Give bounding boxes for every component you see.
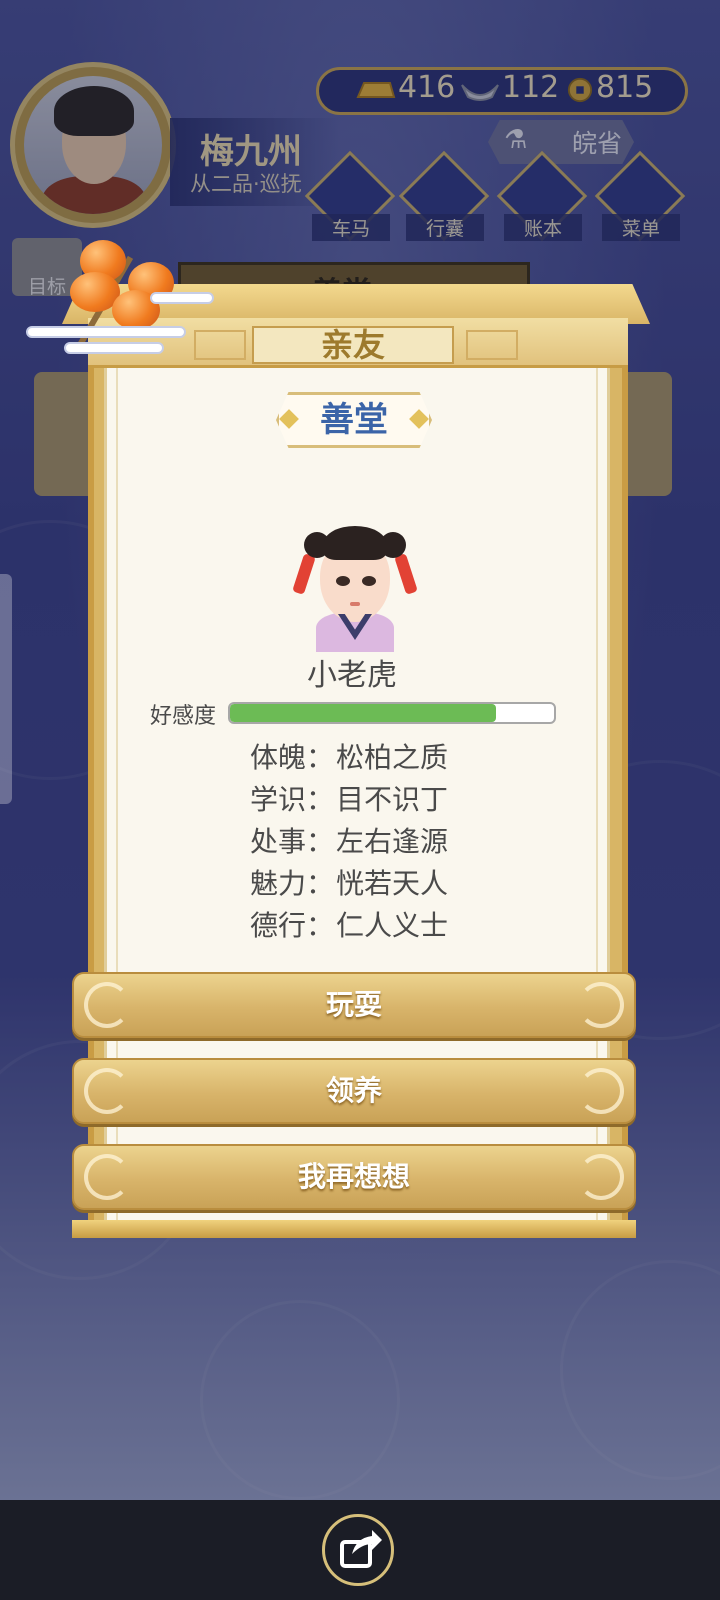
adopt-button-label: 领养: [325, 1074, 382, 1107]
scroll-bottom-rod: [72, 1220, 636, 1238]
cloud-decoration: [150, 292, 214, 304]
attribute-value: 松柏之质: [336, 741, 449, 774]
attribute-separator: ：: [306, 741, 335, 774]
child-portrait: [292, 520, 418, 652]
reconsider-button-label: 我再想想: [297, 1160, 410, 1193]
share-icon: [340, 1530, 382, 1568]
attribute-value: 目不识丁: [336, 783, 449, 816]
reconsider-button[interactable]: 我再想想: [72, 1144, 636, 1210]
child-name: 小老虎: [307, 658, 397, 693]
attribute-row: 魅力：恍若天人: [250, 862, 490, 902]
attribute-key: 德行: [250, 909, 307, 942]
attribute-value: 恍若天人: [336, 867, 449, 900]
attribute-key: 魅力: [250, 867, 307, 900]
title-ornament-right: [466, 330, 518, 360]
attribute-key: 学识: [250, 783, 307, 816]
cloud-decoration: [26, 326, 186, 338]
attribute-row: 处事：左右逢源: [250, 820, 490, 860]
favor-label: 好感度: [150, 704, 217, 729]
attribute-separator: ：: [306, 909, 335, 942]
attribute-separator: ：: [306, 867, 335, 900]
game-scene: 梅九州 从二品·巡抚 416 112 815 ⚗ 皖省 车马 行囊 账本 菜单 …: [0, 0, 720, 1500]
attribute-separator: ：: [306, 783, 335, 816]
attribute-key: 处事: [250, 825, 307, 858]
play-button-label: 玩耍: [325, 988, 382, 1021]
title-ornament-left: [194, 330, 246, 360]
cloud-decoration: [64, 342, 164, 354]
location-tag-label: 善堂: [320, 400, 388, 440]
dialog-title: 亲友: [320, 326, 385, 364]
attribute-row: 德行：仁人义士: [250, 904, 490, 944]
attribute-value: 左右逢源: [336, 825, 449, 858]
favor-bar-fill: [230, 704, 496, 722]
favor-bar: [228, 702, 556, 724]
attribute-row: 体魄：松柏之质: [250, 736, 490, 776]
attribute-value: 仁人义士: [336, 909, 449, 942]
play-button[interactable]: 玩耍: [72, 972, 636, 1038]
edge-swipe-tab[interactable]: [0, 574, 12, 804]
attribute-row: 学识：目不识丁: [250, 778, 490, 818]
attribute-key: 体魄: [250, 741, 307, 774]
attribute-separator: ：: [306, 825, 335, 858]
adopt-button[interactable]: 领养: [72, 1058, 636, 1124]
